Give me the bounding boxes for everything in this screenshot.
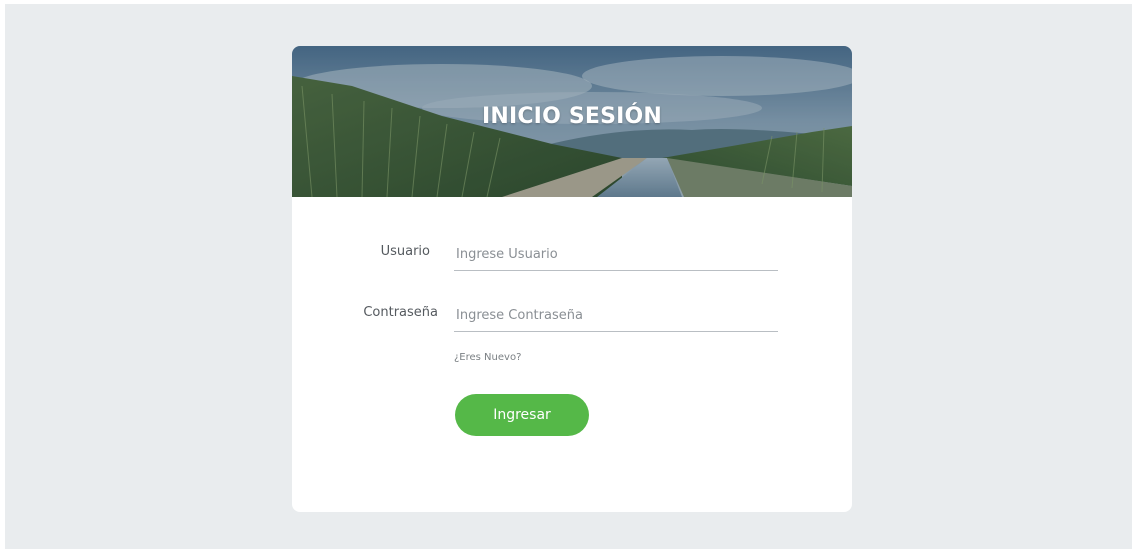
username-label: Usuario bbox=[380, 244, 430, 259]
login-card: INICIO SESIÓN Usuario Contraseña ¿Eres N… bbox=[292, 46, 852, 512]
password-label: Contraseña bbox=[363, 305, 438, 320]
login-submit-button[interactable]: Ingresar bbox=[455, 394, 589, 436]
login-banner: INICIO SESIÓN bbox=[292, 46, 852, 197]
password-input[interactable] bbox=[454, 299, 778, 332]
login-title: INICIO SESIÓN bbox=[481, 104, 663, 129]
register-link[interactable]: ¿Eres Nuevo? bbox=[454, 352, 521, 363]
username-input[interactable] bbox=[454, 238, 778, 271]
page-background: INICIO SESIÓN Usuario Contraseña ¿Eres N… bbox=[5, 4, 1132, 549]
